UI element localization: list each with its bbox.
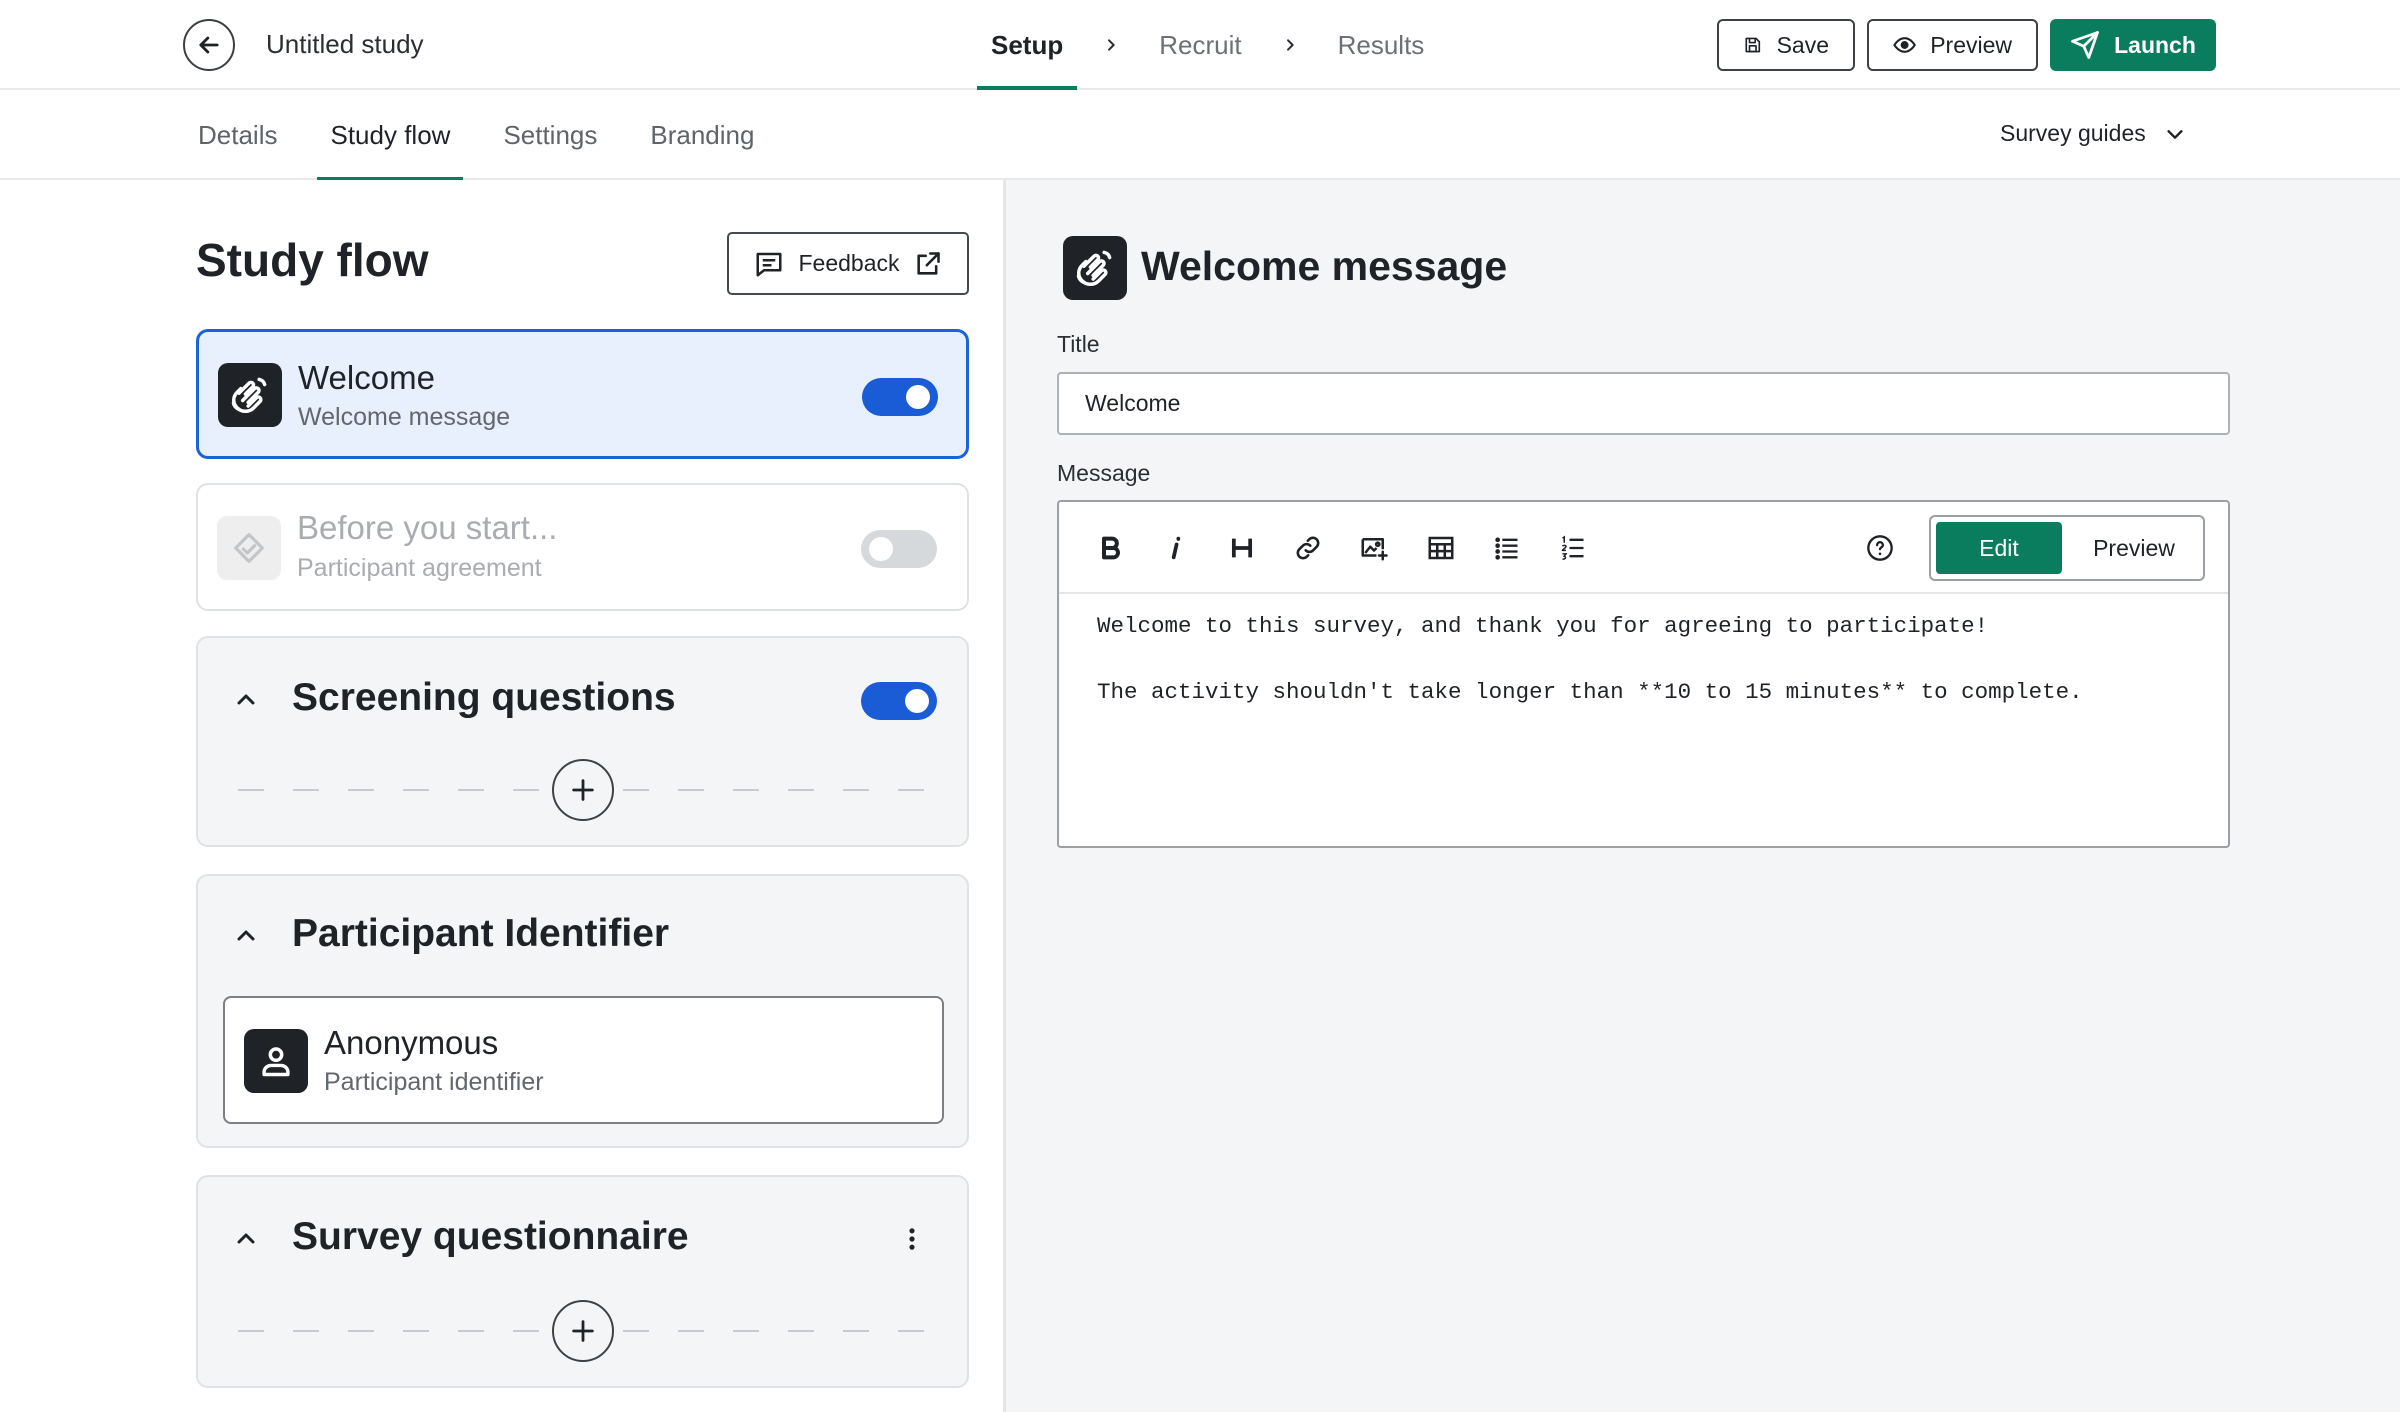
- waving-hand-icon: [1063, 236, 1127, 300]
- chevron-right-icon: [1079, 37, 1143, 53]
- back-button[interactable]: [183, 19, 235, 71]
- card-title: Welcome: [298, 359, 435, 396]
- card-subtitle: Welcome message: [298, 403, 511, 431]
- help-circle-icon[interactable]: [1862, 530, 1898, 566]
- tab-settings[interactable]: Settings: [490, 90, 610, 180]
- step-navigation: Setup Recruit Results: [975, 0, 1441, 92]
- card-title: Before you start...: [297, 509, 558, 546]
- mode-toggle: Edit Preview: [1929, 515, 2205, 581]
- launch-label: Launch: [2114, 31, 2196, 58]
- editor-toolbar: Edit Preview: [1059, 502, 2228, 594]
- table-icon[interactable]: [1423, 530, 1459, 566]
- heading-icon[interactable]: [1224, 530, 1260, 566]
- feedback-label: Feedback: [798, 250, 900, 276]
- message-text[interactable]: Welcome to this survey, and thank you fo…: [1097, 610, 2198, 709]
- add-question-button[interactable]: [552, 1300, 614, 1362]
- card-title: Anonymous: [324, 1024, 499, 1061]
- save-button[interactable]: Save: [1717, 19, 1855, 71]
- chevron-up-icon[interactable]: [234, 924, 258, 948]
- tab-branding[interactable]: Branding: [637, 90, 767, 180]
- message-line: [1097, 643, 2198, 676]
- eye-icon: [1893, 37, 1916, 53]
- chevron-up-icon[interactable]: [234, 1227, 258, 1251]
- launch-button[interactable]: Launch: [2050, 19, 2216, 71]
- bulleted-list-icon[interactable]: [1489, 530, 1525, 566]
- tab-study-flow[interactable]: Study flow: [317, 90, 464, 182]
- top-bar: Untitled study Setup Recruit Results Sav…: [0, 0, 2400, 92]
- before-you-start-toggle[interactable]: [861, 530, 937, 568]
- welcome-editor-panel: Welcome message Title Message: [1006, 180, 2400, 1412]
- save-label: Save: [1776, 31, 1829, 58]
- card-subtitle: Participant identifier: [324, 1068, 544, 1096]
- survey-guides-label: Survey guides: [2000, 120, 2146, 146]
- plus-icon: [572, 1320, 594, 1342]
- welcome-toggle[interactable]: [862, 378, 938, 416]
- section-survey-questionnaire: Survey questionnaire: [196, 1175, 969, 1388]
- identifier-card-anonymous[interactable]: Anonymous Participant identifier: [223, 996, 944, 1124]
- study-name: Untitled study: [266, 29, 424, 59]
- message-line: The activity shouldn't take longer than …: [1097, 679, 2083, 705]
- user-icon: [244, 1029, 308, 1093]
- flow-card-before-you-start[interactable]: Before you start... Participant agreemen…: [196, 483, 969, 611]
- study-flow-panel: Study flow Feedback Welcome Welcome mess…: [0, 180, 1006, 1412]
- card-subtitle: Participant agreement: [297, 554, 542, 582]
- link-icon[interactable]: [1290, 530, 1326, 566]
- step-results[interactable]: Results: [1322, 0, 1441, 90]
- italic-icon[interactable]: [1158, 530, 1194, 566]
- more-vertical-icon[interactable]: [906, 1225, 918, 1253]
- preview-button[interactable]: Preview: [1867, 19, 2038, 71]
- handshake-icon: [217, 516, 281, 580]
- step-setup[interactable]: Setup: [975, 0, 1079, 92]
- chevron-right-icon: [1258, 37, 1322, 53]
- edit-mode-button[interactable]: Edit: [1936, 522, 2062, 574]
- feedback-button[interactable]: Feedback: [727, 232, 969, 295]
- section-screening-questions: Screening questions: [196, 636, 969, 847]
- section-title: Participant Identifier: [292, 912, 670, 955]
- chevron-down-icon: [2167, 129, 2183, 139]
- section-title: Screening questions: [292, 676, 676, 719]
- message-square-icon: [756, 252, 782, 276]
- plus-icon: [572, 779, 594, 801]
- message-label: Message: [1057, 460, 1151, 486]
- message-line: Welcome to this survey, and thank you fo…: [1097, 613, 1989, 639]
- arrow-left-icon: [199, 36, 219, 54]
- survey-guides-dropdown[interactable]: Survey guides: [2000, 120, 2186, 147]
- chevron-up-icon[interactable]: [234, 688, 258, 712]
- tab-details[interactable]: Details: [185, 90, 290, 180]
- add-screening-question-button[interactable]: [552, 759, 614, 821]
- step-recruit[interactable]: Recruit: [1143, 0, 1257, 90]
- waving-hand-icon: [218, 363, 282, 427]
- image-icon[interactable]: [1356, 530, 1392, 566]
- flow-card-welcome[interactable]: Welcome Welcome message: [196, 329, 969, 459]
- editor-heading: Welcome message: [1141, 243, 1508, 289]
- title-label: Title: [1057, 331, 1100, 357]
- preview-label: Preview: [1930, 31, 2012, 58]
- numbered-list-icon[interactable]: [1555, 530, 1591, 566]
- title-input[interactable]: [1057, 372, 2230, 435]
- external-link-icon: [916, 251, 940, 275]
- bold-icon[interactable]: [1093, 530, 1129, 566]
- preview-mode-button[interactable]: Preview: [2071, 522, 2197, 574]
- panel-title: Study flow: [196, 234, 429, 286]
- section-participant-identifier: Participant Identifier Anonymous Partici…: [196, 874, 969, 1148]
- section-title: Survey questionnaire: [292, 1215, 689, 1258]
- save-icon: [1745, 37, 1761, 53]
- sub-navigation: Details Study flow Settings Branding Sur…: [0, 90, 2400, 182]
- screening-toggle[interactable]: [861, 682, 937, 720]
- send-icon: [2071, 31, 2099, 59]
- message-editor[interactable]: Edit Preview Welcome to this survey, and…: [1057, 500, 2230, 848]
